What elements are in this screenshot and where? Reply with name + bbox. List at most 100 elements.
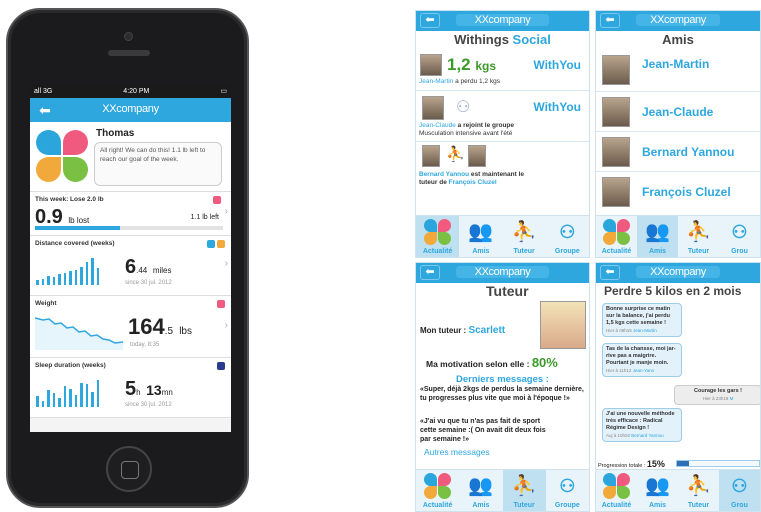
- weight-lost-value: 1,2 kgs: [447, 55, 497, 74]
- tutor-icon: ⛹: [686, 221, 711, 243]
- back-arrow-icon[interactable]: ⬅: [420, 13, 440, 28]
- avatar: [602, 97, 630, 127]
- back-arrow-icon[interactable]: ⬅: [420, 265, 440, 280]
- profile-name: Thomas: [96, 128, 135, 139]
- group-panel: ⬅ XXcompany Perdre 5 kilos en 2 mois Bon…: [595, 262, 761, 512]
- motivation-line: Ma motivation selon elle : 80%: [426, 355, 558, 370]
- carrier-label: all 3G: [34, 87, 53, 95]
- actualite-icon: [602, 219, 631, 245]
- feed-text: Jean-Martin a perdu 1,2 kgs: [419, 78, 500, 85]
- tab-groupe[interactable]: ⚇ Groupe: [546, 216, 589, 257]
- chat-message: Bonne surprise ce matin sur la balance, …: [602, 303, 682, 337]
- tab-tuteur[interactable]: ⛹ Tuteur: [678, 216, 719, 257]
- nav-bar: ⬅ XXcompany: [596, 11, 760, 31]
- tutor-photo[interactable]: [540, 301, 586, 349]
- weight-card[interactable]: Weight 164.5 lbs today, 8:35 ›: [30, 296, 231, 358]
- chart-bar: [80, 383, 83, 407]
- tutor-line: Mon tuteur : Scarlett: [420, 325, 506, 336]
- progress-label: Progression totale : 15%: [598, 459, 665, 469]
- tab-bar: Actualité 👥 Amis ⛹ Tuteur ⚇ Grou: [596, 215, 760, 257]
- avatar[interactable]: [422, 96, 444, 120]
- tag-icon: [213, 196, 221, 204]
- sleep-card[interactable]: Sleep duration (weeks) 5h 13mn since 30 …: [30, 358, 231, 418]
- friends-panel: ⬅ XXcompany Amis Jean-Martin Jean-Claude…: [595, 10, 761, 258]
- chat-message: Courage les gars ! Hier à 23h18 M: [674, 385, 760, 405]
- back-arrow-icon[interactable]: ⬅: [600, 13, 620, 28]
- friend-row[interactable]: François Cluzel: [600, 173, 760, 213]
- tab-actualite[interactable]: Actualité: [416, 470, 459, 511]
- tab-tuteur[interactable]: ⛹ Tuteur: [503, 216, 546, 257]
- friend-row[interactable]: Jean-Martin: [600, 51, 760, 91]
- group-link[interactable]: Musculation intensive avant l'été: [419, 130, 512, 138]
- feed-text: tuteur de François Cluzel: [419, 179, 497, 186]
- chart-bar: [41, 401, 44, 407]
- tab-actualite[interactable]: Actualité: [596, 470, 637, 511]
- avatar[interactable]: [422, 145, 440, 167]
- since-label: since 30 jul. 2012: [125, 402, 172, 408]
- tab-amis[interactable]: 👥 Amis: [459, 216, 502, 257]
- chart-bar: [58, 398, 61, 407]
- chat-message: Tas de la chansse, moi jar- rive pas a m…: [602, 343, 682, 377]
- tab-groupe[interactable]: ⚇ Groupe: [546, 470, 589, 511]
- friend-row[interactable]: Bernard Yannou: [600, 133, 760, 173]
- clock: 4:20 PM: [123, 87, 150, 95]
- chart-bar: [63, 273, 66, 285]
- chart-bar: [96, 380, 99, 407]
- feed-text: Jean-Claude a rejoint le groupe: [419, 122, 515, 129]
- page-title: Withings Social: [454, 32, 551, 47]
- social-panel: ⬅ XXcompany Withings Social 1,2 kgs With…: [415, 10, 590, 258]
- earpiece: [108, 50, 150, 56]
- group-icon: ⚇: [559, 222, 576, 242]
- withyou-brand: WithYou: [533, 100, 581, 114]
- tab-amis[interactable]: 👥 Amis: [637, 470, 678, 511]
- tab-groupe[interactable]: ⚇ Grou: [719, 470, 760, 511]
- chart-bar: [63, 386, 66, 407]
- more-messages-link[interactable]: Autres messages: [424, 447, 490, 457]
- phone-screen: all 3G 4:20 PM ▭ ⬅ XXcompany Thomas All …: [30, 84, 231, 432]
- app-logo-icon: [36, 130, 88, 182]
- distance-value: 6.44 miles: [125, 256, 172, 278]
- friends-icon: 👥: [468, 475, 494, 497]
- tab-amis[interactable]: 👥 Amis: [459, 470, 502, 511]
- chart-bar: [69, 389, 72, 407]
- page-title: Perdre 5 kilos en 2 mois: [604, 284, 742, 298]
- left-value: 1.1 lb left: [190, 214, 219, 221]
- weekly-goal-card[interactable]: This week: Lose 2.0 lb 0.9 lb lost 1.1 l…: [30, 192, 231, 236]
- card-label: Weight: [35, 300, 57, 307]
- tab-tuteur[interactable]: ⛹ Tuteur: [502, 470, 546, 511]
- tag-icon: [217, 300, 225, 308]
- chart-bar: [85, 262, 88, 285]
- home-button[interactable]: [106, 446, 152, 492]
- friend-row[interactable]: Jean-Claude: [600, 93, 760, 133]
- tab-actualite[interactable]: Actualité: [416, 216, 460, 257]
- app-title: XXcompany: [636, 266, 720, 278]
- page-title: Amis: [662, 32, 694, 47]
- sleep-value: 5h 13mn: [125, 378, 173, 400]
- group-icon: ⚇: [456, 99, 471, 116]
- tag-icon: [217, 362, 225, 370]
- tutor-icon: ⛹: [686, 475, 711, 497]
- app-title: XXcompany: [636, 14, 720, 26]
- feed-text: Bernard Yannou est maintenant le: [419, 171, 525, 178]
- chart-bar: [58, 274, 61, 285]
- chart-bar: [47, 276, 50, 285]
- avatar[interactable]: [420, 54, 442, 76]
- tab-amis[interactable]: 👥 Amis: [637, 216, 678, 257]
- tab-tuteur[interactable]: ⛹ Tuteur: [678, 470, 719, 511]
- app-title: XXcompany: [456, 14, 549, 26]
- nav-bar: ⬅ XXcompany: [596, 263, 760, 283]
- chevron-right-icon: ›: [224, 258, 228, 269]
- tab-actualite[interactable]: Actualité: [596, 216, 637, 257]
- friends-icon: 👥: [645, 221, 670, 243]
- avatar[interactable]: [468, 145, 486, 167]
- avatar: [602, 55, 630, 85]
- chart-bar: [96, 268, 99, 285]
- tab-groupe[interactable]: ⚇ Grou: [719, 216, 760, 257]
- group-icon: ⚇: [731, 476, 748, 496]
- back-arrow-icon[interactable]: ⬅: [600, 265, 620, 280]
- withyou-brand: WithYou: [533, 58, 581, 72]
- nav-bar: ⬅ XXcompany: [416, 263, 589, 283]
- distance-card[interactable]: Distance covered (weeks) 6.44 miles sinc…: [30, 236, 231, 296]
- since-label: since 30 jul. 2012: [125, 280, 172, 286]
- phone-mockup: all 3G 4:20 PM ▭ ⬅ XXcompany Thomas All …: [6, 8, 249, 508]
